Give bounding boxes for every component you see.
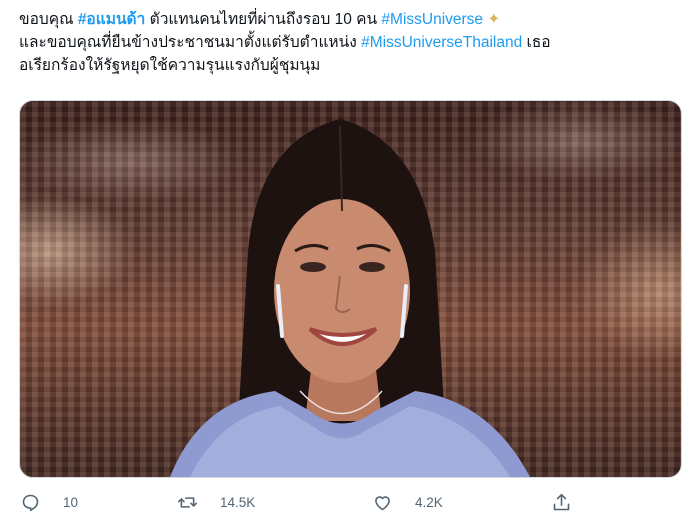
tweet-actions-bar: 10 14.5K 4.2K [0,484,700,520]
tweet-text-segment: ตัวแทนคนไทยที่ผ่านถึงรอบ 10 คน [145,11,382,28]
retweet-button[interactable]: 14.5K [177,484,255,520]
tweet-text: ขอบคุณ #อแมนด้า ตัวแทนคนไทยที่ผ่านถึงรอบ… [19,8,679,77]
like-button[interactable]: 4.2K [372,484,443,520]
tweet-text-segment: และขอบคุณที่ยืนข้างประชาชนมาตั้งแต่รับตำ… [19,34,362,51]
sparkle-emoji: ✦ [487,11,501,28]
tweet-line-2: และขอบคุณที่ยืนข้างประชาชนมาตั้งแต่รับตำ… [19,31,679,54]
reply-icon [22,494,39,511]
share-icon [553,493,570,510]
contestant-photo [170,119,530,477]
hashtag-amanda-link[interactable]: #อแมนด้า [78,11,146,28]
heart-icon [375,495,390,510]
hashtag-missuniverse-link[interactable]: #MissUniverse [381,11,483,28]
tweet-media-photo[interactable] [19,100,682,478]
share-button[interactable] [551,484,572,520]
reply-count: 10 [63,494,79,510]
tweet-line-1: ขอบคุณ #อแมนด้า ตัวแทนคนไทยที่ผ่านถึงรอบ… [19,8,679,31]
reply-button[interactable]: 10 [20,484,78,520]
like-count: 4.2K [415,494,443,510]
tweet-text-segment: เธอ [522,34,551,51]
tweet-line-3: อเรียกร้องให้รัฐหยุดใช้ความรุนแรงกับผู้ช… [19,57,321,74]
tweet-text-segment: ขอบคุณ [19,11,78,28]
hashtag-missuniversethailand-link[interactable]: #MissUniverseThailand [361,34,522,51]
retweet-icon [177,496,198,508]
retweet-count: 14.5K [220,494,256,510]
